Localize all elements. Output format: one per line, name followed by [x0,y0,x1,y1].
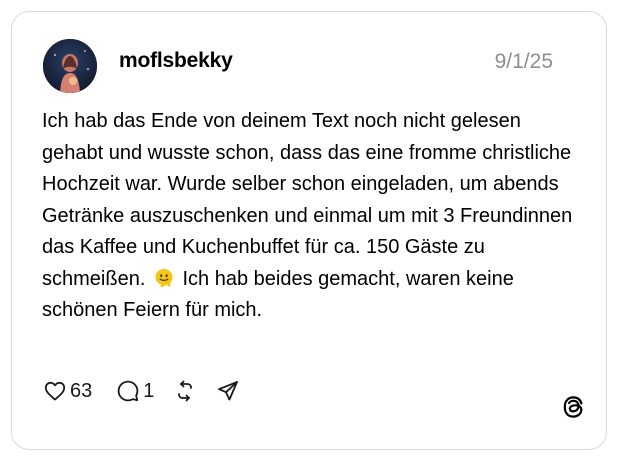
melting-face-emoji [153,267,175,289]
post-text-part-1: Ich hab das Ende von deinem Text noch ni… [42,110,573,290]
avatar[interactable] [43,39,97,93]
reply-button[interactable]: 1 [116,379,154,403]
send-icon [218,381,239,401]
username[interactable]: moflsbekky [119,49,233,73]
share-button[interactable] [216,379,240,403]
repost-button[interactable] [173,379,197,403]
post-card: moflsbekky 9/1/25 Ich hab das Ende von d… [11,11,607,450]
threads-logo-icon[interactable] [560,394,586,420]
avatar-image [43,39,97,93]
post-actions: 63 1 [43,376,240,406]
like-button[interactable]: 63 [43,379,92,403]
repost-icon [178,380,193,402]
like-count: 63 [70,379,93,402]
comment-bubble-icon [117,380,139,402]
post-date[interactable]: 9/1/25 [495,50,553,74]
reply-count: 1 [143,379,155,402]
heart-icon [44,381,66,401]
post-text: Ich hab das Ende von deinem Text noch ni… [42,106,582,327]
